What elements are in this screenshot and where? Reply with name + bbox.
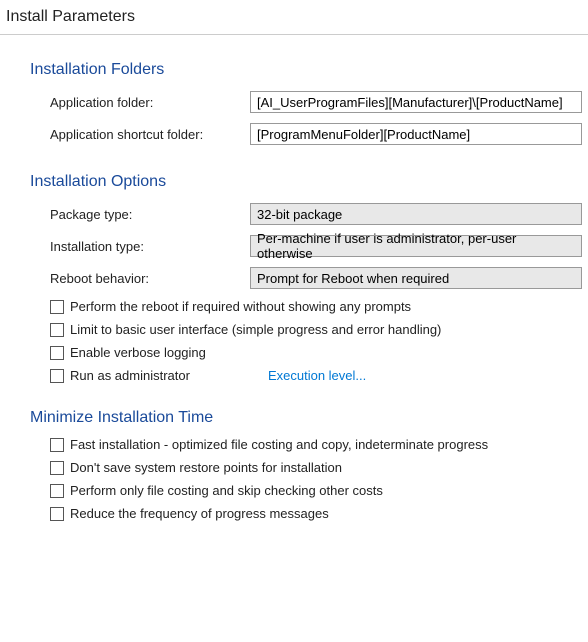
row-package-type: Package type: 32-bit package [50, 201, 588, 227]
label-cb-file-costing: Perform only file costing and skip check… [70, 483, 383, 498]
label-application-folder: Application folder: [50, 95, 250, 110]
select-reboot-behavior[interactable]: Prompt for Reboot when required [250, 267, 582, 289]
row-installation-type: Installation type: Per-machine if user i… [50, 233, 588, 259]
checkbox-file-costing[interactable] [50, 484, 64, 498]
checkbox-reboot-silent[interactable] [50, 300, 64, 314]
label-reboot-behavior: Reboot behavior: [50, 271, 250, 286]
label-cb-reduce-progress: Reduce the frequency of progress message… [70, 506, 329, 521]
page-title: Install Parameters [0, 0, 588, 35]
label-cb-run-admin: Run as administrator [70, 368, 190, 383]
row-cb-verbose: Enable verbose logging [50, 345, 588, 360]
label-installation-type: Installation type: [50, 239, 250, 254]
link-execution-level[interactable]: Execution level... [268, 368, 366, 383]
input-application-folder[interactable] [250, 91, 582, 113]
section-installation-folders: Installation Folders [30, 61, 588, 79]
row-cb-file-costing: Perform only file costing and skip check… [50, 483, 588, 498]
content-area: Installation Folders Application folder:… [0, 61, 588, 549]
row-application-folder: Application folder: [50, 89, 588, 115]
row-reboot-behavior: Reboot behavior: Prompt for Reboot when … [50, 265, 588, 291]
section-installation-options: Installation Options [30, 173, 588, 191]
row-cb-basic-ui: Limit to basic user interface (simple pr… [50, 322, 588, 337]
label-package-type: Package type: [50, 207, 250, 222]
row-cb-reduce-progress: Reduce the frequency of progress message… [50, 506, 588, 521]
checkbox-run-admin[interactable] [50, 369, 64, 383]
label-cb-verbose: Enable verbose logging [70, 345, 206, 360]
checkbox-fast-install[interactable] [50, 438, 64, 452]
row-cb-fast-install: Fast installation - optimized file costi… [50, 437, 588, 452]
label-cb-basic-ui: Limit to basic user interface (simple pr… [70, 322, 441, 337]
checkbox-basic-ui[interactable] [50, 323, 64, 337]
label-cb-reboot-silent: Perform the reboot if required without s… [70, 299, 411, 314]
row-shortcut-folder: Application shortcut folder: [50, 121, 588, 147]
checkbox-verbose[interactable] [50, 346, 64, 360]
label-shortcut-folder: Application shortcut folder: [50, 127, 250, 142]
select-installation-type[interactable]: Per-machine if user is administrator, pe… [250, 235, 582, 257]
row-cb-run-admin: Run as administrator Execution level... [50, 368, 588, 383]
checkbox-no-restore[interactable] [50, 461, 64, 475]
select-package-type[interactable]: 32-bit package [250, 203, 582, 225]
label-cb-fast-install: Fast installation - optimized file costi… [70, 437, 488, 452]
label-cb-no-restore: Don't save system restore points for ins… [70, 460, 342, 475]
row-cb-reboot-silent: Perform the reboot if required without s… [50, 299, 588, 314]
section-minimize-time: Minimize Installation Time [30, 409, 588, 427]
row-cb-no-restore: Don't save system restore points for ins… [50, 460, 588, 475]
checkbox-reduce-progress[interactable] [50, 507, 64, 521]
input-shortcut-folder[interactable] [250, 123, 582, 145]
